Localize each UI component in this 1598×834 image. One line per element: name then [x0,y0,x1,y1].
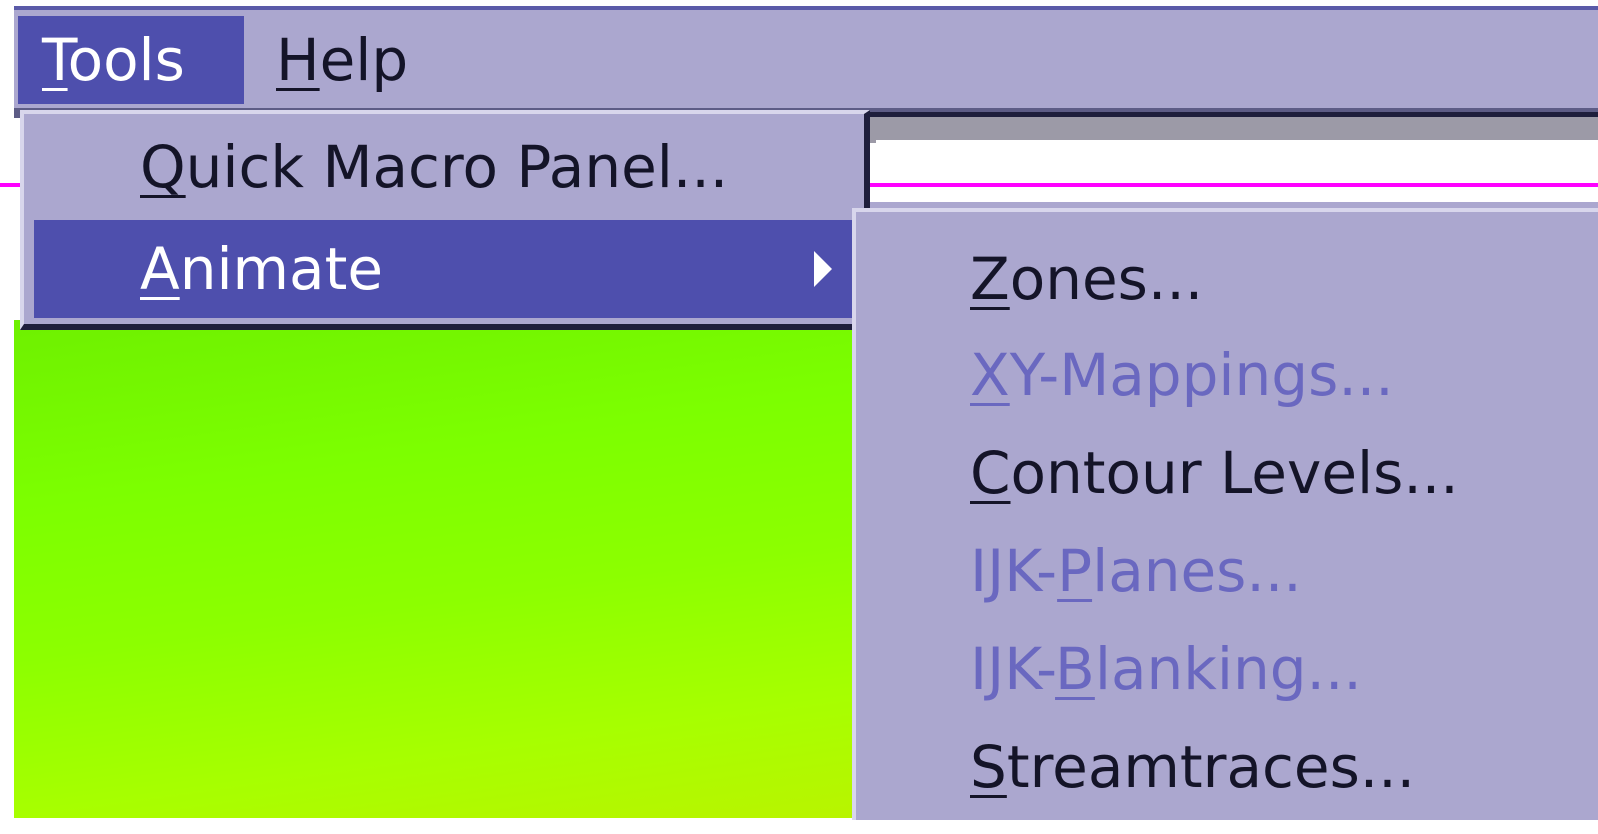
submenu-item-zones[interactable]: Zones... [970,230,1203,328]
mnemonic-h: H [276,26,320,94]
ijk-blanking-label: lanking... [1094,635,1362,703]
mnemonic-a: A [140,235,180,303]
submenu-item-ijk-blanking[interactable]: IJK-Blanking... [970,620,1362,718]
mnemonic-p: P [1057,537,1093,605]
contour-plot-area [14,320,854,820]
quick-macro-label: uick Macro Panel... [185,133,729,201]
menubar: Tools Help [14,10,1598,108]
submenu-item-ijk-planes[interactable]: IJK-Planes... [970,522,1302,620]
mnemonic-x: X [970,341,1010,409]
contour-levels-label: ontour Levels... [1010,439,1459,507]
menu-item-quick-macro-panel[interactable]: Quick Macro Panel... [34,118,852,216]
zones-label: ones... [1009,245,1204,313]
submenu-item-xy-mappings[interactable]: XY-Mappings... [970,326,1394,424]
mnemonic-q: Q [140,133,186,201]
bottom-margin [0,818,1598,834]
mnemonic-z: Z [970,245,1010,313]
ijk-planes-prefix: IJK- [970,537,1058,605]
streamtraces-label: treamtraces... [1006,733,1416,801]
window-left-margin [0,0,14,834]
menu-help-label: elp [319,26,409,94]
menu-tools[interactable]: Tools [18,16,244,104]
animate-label: nimate [179,235,384,303]
animate-submenu: Zones... XY-Mappings... Contour Levels..… [852,208,1598,820]
mnemonic-b: B [1055,635,1095,703]
mnemonic-s: S [970,733,1007,801]
toolbar-strip [870,112,1598,143]
canvas-header-field [876,140,1598,202]
tools-dropdown: Quick Macro Panel... Animate [20,110,870,330]
triangle-right-icon [814,251,832,287]
mnemonic-t: T [42,26,68,94]
ijk-blanking-prefix: IJK- [970,635,1056,703]
menu-item-animate[interactable]: Animate [34,220,852,318]
menu-tools-label: ools [67,26,185,94]
menu-help[interactable]: Help [252,16,432,104]
submenu-item-streamtraces[interactable]: Streamtraces... [970,718,1415,816]
submenu-item-contour-levels[interactable]: Contour Levels... [970,424,1459,522]
ijk-planes-label: lanes... [1092,537,1302,605]
mnemonic-c: C [970,439,1011,507]
xy-mappings-label: Y-Mappings... [1009,341,1394,409]
